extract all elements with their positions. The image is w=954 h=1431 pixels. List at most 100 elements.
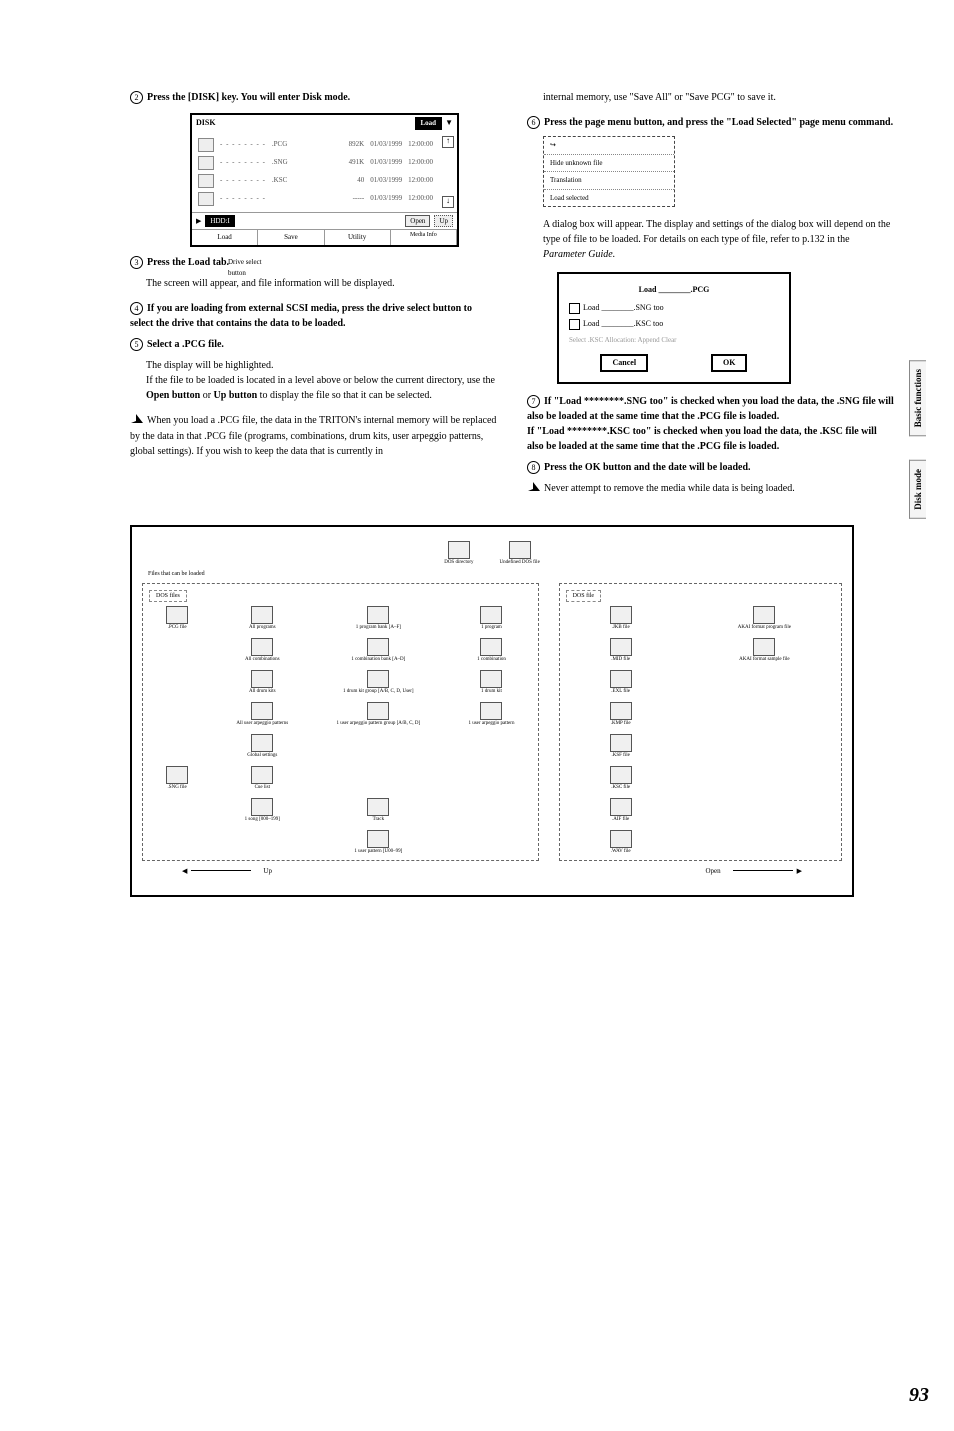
scroll-up-icon: ↑ xyxy=(442,136,454,148)
file-icon xyxy=(367,638,389,656)
menu-item: Translation xyxy=(544,172,674,190)
checkbox-icon xyxy=(569,319,580,330)
ok-button: OK xyxy=(711,354,747,372)
file-icon xyxy=(753,606,775,624)
left-arrow-icon: ◀ xyxy=(182,867,187,875)
step-number-icon: 7 xyxy=(527,395,540,408)
tree-section-header: Files that can be loaded xyxy=(148,571,842,577)
screen-title: DISK xyxy=(196,117,216,129)
dialog-checkbox-row: Load ________.SNG too xyxy=(569,302,779,314)
open-button: Open xyxy=(405,215,430,228)
step-4: 4If you are loading from external SCSI m… xyxy=(130,301,497,331)
up-button: Up xyxy=(434,215,453,228)
step-number-icon: 2 xyxy=(130,91,143,104)
file-icon xyxy=(610,798,632,816)
tree-node: .MID file xyxy=(566,638,676,662)
load-header-button: Load xyxy=(415,117,443,130)
tree-node: All combinations xyxy=(219,638,305,662)
tree-node: All programs xyxy=(219,606,305,630)
tree-node: .KSF file xyxy=(566,734,676,758)
dialog-radio-row: Select .KSC Allocation: Append Clear xyxy=(569,335,779,346)
tree-node: .EXL file xyxy=(566,670,676,694)
tree-node: .KMP file xyxy=(566,702,676,726)
file-icon xyxy=(367,606,389,624)
step-number-icon: 4 xyxy=(130,302,143,315)
file-icon xyxy=(610,702,632,720)
tree-node: 1 user arpeggio pattern xyxy=(451,702,531,726)
note-1-cont: internal memory, use "Save All" or "Save… xyxy=(543,90,894,105)
folder-icon xyxy=(448,541,470,559)
file-icon xyxy=(610,638,632,656)
step-2: 2Press the [DISK] key. You will enter Di… xyxy=(130,90,497,105)
tab-save: Save xyxy=(258,230,324,245)
tree-node: Global settings xyxy=(219,734,305,758)
menu-item: Hide unknown file xyxy=(544,155,674,173)
tree-node: Cue list xyxy=(219,766,305,790)
file-icon xyxy=(198,156,214,170)
file-icon xyxy=(251,734,273,752)
tree-node: 1 user arpeggio pattern group [A/B, C, D… xyxy=(319,702,437,726)
tab-load: Load xyxy=(192,230,258,245)
dialog-checkbox-row: Load ________.KSC too xyxy=(569,318,779,330)
side-tabs: Basic functions Disk mode xyxy=(909,360,936,543)
tree-node: Track xyxy=(319,798,437,822)
file-icon xyxy=(480,702,502,720)
file-icon xyxy=(610,830,632,848)
file-icon xyxy=(610,606,632,624)
step-8: 8Press the OK button and the date will b… xyxy=(527,460,894,475)
tree-node: 1 drum kit xyxy=(451,670,531,694)
file-icon xyxy=(251,798,273,816)
file-icon xyxy=(198,174,214,188)
file-icon xyxy=(367,798,389,816)
tree-node: 1 program xyxy=(451,606,531,630)
tree-node: AKAI format sample file xyxy=(694,638,835,662)
note-icon xyxy=(130,413,144,429)
step-number-icon: 8 xyxy=(527,461,540,474)
tab-utility: Utility xyxy=(325,230,391,245)
file-icon xyxy=(251,766,273,784)
cancel-button: Cancel xyxy=(600,354,648,372)
file-icon xyxy=(610,670,632,688)
file-icon xyxy=(166,766,188,784)
scroll-down-icon: ↓ xyxy=(442,196,454,208)
tree-node: Undefined DOS file xyxy=(500,541,540,565)
step-number-icon: 3 xyxy=(130,256,143,269)
step-5-body: The display will be highlighted. If the … xyxy=(146,358,497,403)
step-3-body: The screen will appear, and file informa… xyxy=(146,276,497,291)
tree-node: .PCG file xyxy=(149,606,205,630)
file-tree-diagram: DOS directory Undefined DOS file Files t… xyxy=(130,525,854,897)
file-row: - - - - - - - ------01/03/199912:00:00 xyxy=(198,190,433,208)
note-2: Never attempt to remove the media while … xyxy=(527,481,894,497)
step-7: 7If "Load ********.SNG too" is checked w… xyxy=(527,394,894,454)
load-dialog: Load ________.PCG Load ________.SNG too … xyxy=(557,272,791,384)
step-5: 5Select a .PCG file. xyxy=(130,337,497,352)
file-icon xyxy=(367,830,389,848)
tree-node: 1 user pattern [U00–99] xyxy=(319,830,437,854)
page-number: 93 xyxy=(909,1384,929,1407)
file-icon xyxy=(251,638,273,656)
file-icon xyxy=(198,192,214,206)
dialog-title: Load ________.PCG xyxy=(569,284,779,296)
drive-select-chip: HDD:I xyxy=(205,215,234,228)
dropdown-icon: ▼ xyxy=(445,117,453,129)
file-icon xyxy=(166,606,188,624)
tree-subheader: DOS files xyxy=(149,590,187,602)
file-icon xyxy=(198,138,214,152)
right-arrow-icon: ▶ xyxy=(797,867,802,875)
checkbox-icon xyxy=(569,303,580,314)
step-number-icon: 6 xyxy=(527,116,540,129)
tree-node: 1 drum kit group [A/B, C, D, User] xyxy=(319,670,437,694)
tree-node: 1 program bank [A–F] xyxy=(319,606,437,630)
tree-node: .WAV file xyxy=(566,830,676,854)
step-3: 3Press the Load tab. xyxy=(130,255,497,270)
file-icon xyxy=(251,670,273,688)
tree-node: AKAI format program file xyxy=(694,606,835,630)
side-tab-disk: Disk mode xyxy=(909,460,926,519)
drive-select-caption: Drive selectbutton xyxy=(228,257,262,278)
tree-node: All user arpeggio patterns xyxy=(219,702,305,726)
file-icon xyxy=(480,606,502,624)
file-icon xyxy=(251,606,273,624)
step-6-body: A dialog box will appear. The display an… xyxy=(543,217,894,262)
file-icon xyxy=(480,638,502,656)
tree-subheader: DOS file xyxy=(566,590,602,602)
